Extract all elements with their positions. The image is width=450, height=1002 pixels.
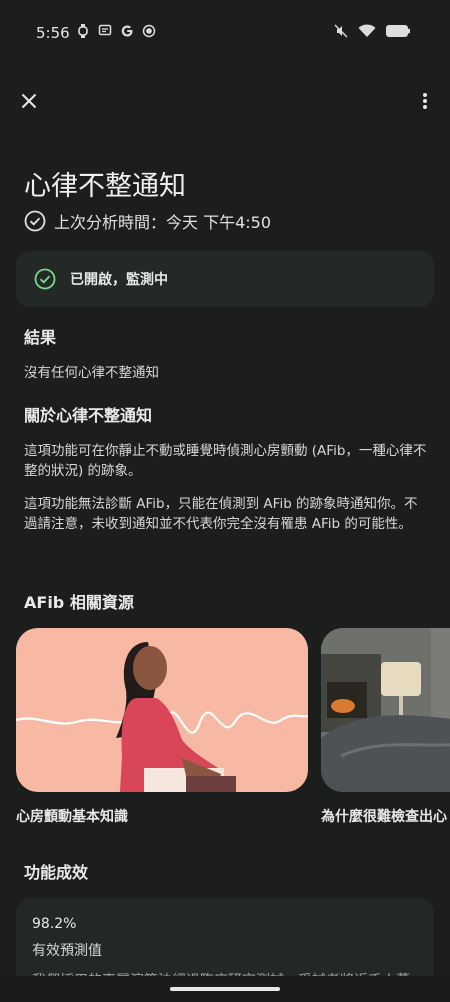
- about-paragraph-1: 這項功能可在你靜止不動或睡覺時偵測心房顫動 (AFib，一種心律不整的狀況) 的…: [24, 443, 427, 479]
- status-time: 5:56: [36, 24, 70, 42]
- last-analysis-row: 上次分析時間：今天 下午4:50: [24, 208, 271, 234]
- resource-card-caption: 心房顫動基本知識: [16, 809, 128, 825]
- results-text: 沒有任何心律不整通知: [24, 365, 159, 381]
- performance-heading: 功能成效: [24, 863, 89, 882]
- watch-icon: [78, 24, 88, 38]
- bedroom-photo: [321, 628, 450, 792]
- resource-card-afib-detection[interactable]: 為什麼很難檢查出心: [321, 628, 450, 826]
- home-indicator[interactable]: [170, 987, 280, 991]
- status-bar: 5:56: [0, 0, 450, 66]
- close-icon: [21, 93, 37, 109]
- about-heading: 關於心律不整通知: [24, 406, 153, 425]
- top-app-bar: [0, 80, 450, 120]
- check-circle-icon: [34, 268, 56, 290]
- performance-value: 98.2%: [32, 916, 77, 932]
- last-analysis-text: 上次分析時間：今天 下午4:50: [54, 213, 272, 232]
- mute-icon: [334, 24, 348, 38]
- more-options-button[interactable]: [412, 88, 438, 114]
- record-icon: [142, 24, 156, 38]
- message-icon: [98, 24, 112, 36]
- monitoring-status-card: 已開啟，監測中: [16, 251, 434, 307]
- system-icons: [334, 24, 410, 38]
- battery-icon: [386, 25, 410, 37]
- about-paragraph-2: 這項功能無法診斷 AFib，只能在偵測到 AFib 的跡象時通知你。不過請注意，…: [24, 496, 418, 532]
- wifi-icon: [358, 24, 376, 37]
- results-heading: 結果: [24, 328, 57, 347]
- check-circle-icon: [24, 210, 46, 232]
- monitoring-status-label: 已開啟，監測中: [70, 272, 168, 288]
- resources-heading: AFib 相關資源: [24, 593, 134, 612]
- resources-carousel[interactable]: 心房顫動基本知識 為什麼很難檢查出心: [16, 628, 450, 828]
- afib-basics-illustration: [16, 628, 308, 792]
- more-vert-icon: [423, 93, 427, 109]
- resource-card-afib-basics[interactable]: 心房顫動基本知識: [16, 628, 308, 826]
- performance-label: 有效預測值: [32, 943, 102, 959]
- google-icon: [121, 25, 133, 37]
- page-title: 心律不整通知: [24, 171, 186, 202]
- navigation-bar: [0, 976, 450, 1002]
- resource-card-caption: 為什麼很難檢查出心: [321, 809, 447, 825]
- notification-icons: [76, 24, 156, 38]
- close-button[interactable]: [16, 88, 42, 114]
